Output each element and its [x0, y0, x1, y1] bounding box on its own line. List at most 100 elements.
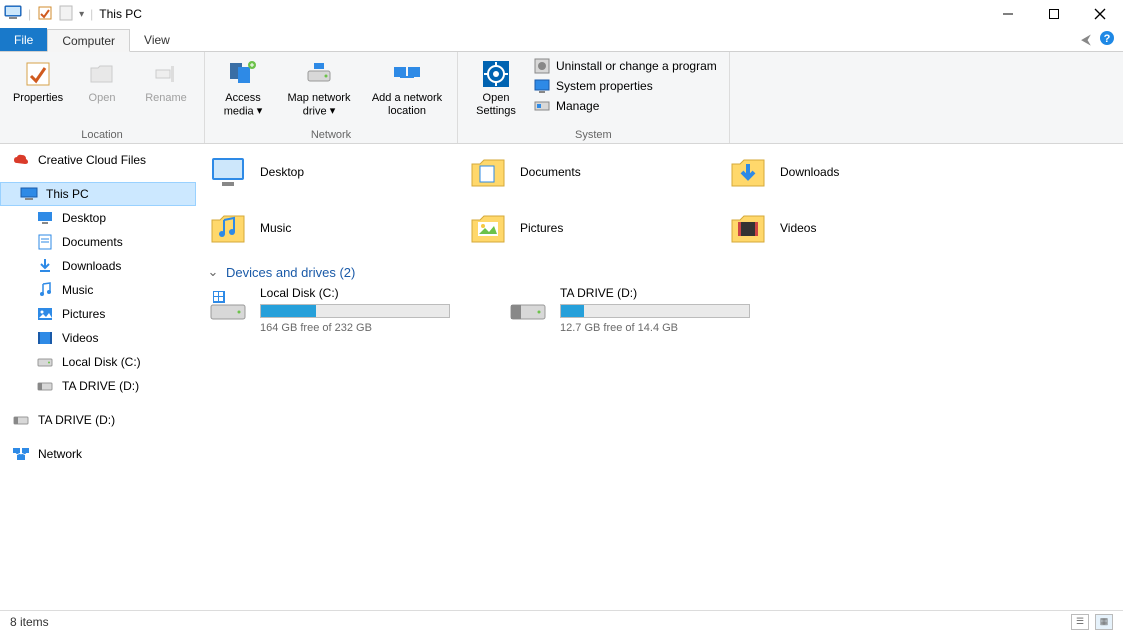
- content-pane: Desktop Documents Downloads Music Pictur…: [196, 144, 1123, 610]
- access-media-button[interactable]: Access media ▾: [213, 56, 273, 120]
- media-icon: [227, 58, 259, 90]
- sidebar-item-label: TA DRIVE (D:): [38, 413, 115, 427]
- sidebar-item-downloads[interactable]: Downloads: [0, 254, 196, 278]
- folder-item-label: Downloads: [780, 165, 839, 179]
- maximize-button[interactable]: [1031, 0, 1077, 28]
- sidebar-item-this-pc[interactable]: This PC: [0, 182, 196, 206]
- properties-button[interactable]: Properties: [8, 56, 68, 107]
- music-icon: [206, 208, 250, 248]
- minimize-button[interactable]: [985, 0, 1031, 28]
- status-item-count: 8 items: [10, 615, 49, 629]
- svg-text:?: ?: [1104, 33, 1111, 45]
- ribbon-group-network: Access media ▾ Map network drive ▾ Add a…: [205, 52, 458, 143]
- ribbon: Properties Open Rename Location: [0, 52, 1123, 144]
- drive-item-local-disk[interactable]: Local Disk (C:) 164 GB free of 232 GB: [206, 286, 486, 334]
- close-button[interactable]: [1077, 0, 1123, 28]
- help-icon[interactable]: ?: [1099, 30, 1115, 49]
- folder-item-music[interactable]: Music: [206, 200, 446, 256]
- sidebar-item-network[interactable]: Network: [0, 442, 196, 466]
- qat-dropdown-icon[interactable]: ▾: [79, 9, 84, 20]
- sidebar-item-label: TA DRIVE (D:): [62, 379, 139, 393]
- sidebar-item-label: Downloads: [62, 259, 121, 273]
- open-button: Open: [72, 56, 132, 107]
- tab-computer[interactable]: Computer: [47, 29, 130, 52]
- folder-item-desktop[interactable]: Desktop: [206, 144, 446, 200]
- drive-capacity-fill: [561, 305, 584, 317]
- ribbon-group-label: System: [466, 127, 721, 141]
- sidebar-item-creative-cloud[interactable]: Creative Cloud Files: [0, 148, 196, 172]
- drives-section-header[interactable]: ⌄ Devices and drives (2): [206, 264, 1113, 280]
- sidebar-item-label: Desktop: [62, 211, 106, 225]
- properties-icon[interactable]: [37, 5, 53, 24]
- sidebar-item-local-disk[interactable]: Local Disk (C:): [0, 350, 196, 374]
- usb-drive-icon: [506, 286, 550, 326]
- add-network-location-button[interactable]: Add a network location: [365, 56, 449, 120]
- tab-view[interactable]: View: [130, 28, 184, 51]
- map-network-drive-button[interactable]: Map network drive ▾: [277, 56, 361, 120]
- folder-item-label: Pictures: [520, 221, 563, 235]
- this-pc-icon: [4, 5, 22, 24]
- creative-cloud-icon: [12, 152, 30, 168]
- ribbon-group-label: Network: [213, 127, 449, 141]
- drive-item-ta-drive[interactable]: TA DRIVE (D:) 12.7 GB free of 14.4 GB: [506, 286, 786, 334]
- sidebar-item-music[interactable]: Music: [0, 278, 196, 302]
- manage-icon: [534, 98, 550, 114]
- folder-item-label: Documents: [520, 165, 581, 179]
- tiles-view-button[interactable]: ▦: [1095, 614, 1113, 630]
- system-properties-button[interactable]: System properties: [534, 78, 717, 94]
- folder-item-label: Music: [260, 221, 291, 235]
- tab-file[interactable]: File: [0, 28, 47, 51]
- drive-icon: [206, 286, 250, 326]
- drive-capacity-fill: [261, 305, 316, 317]
- pictures-icon: [466, 208, 510, 248]
- properties-icon: [22, 58, 54, 90]
- videos-icon: [36, 330, 54, 346]
- desktop-icon: [36, 210, 54, 226]
- desktop-icon: [206, 152, 250, 192]
- sidebar-item-videos[interactable]: Videos: [0, 326, 196, 350]
- section-title: Devices and drives (2): [226, 265, 355, 280]
- sidebar-item-label: Pictures: [62, 307, 105, 321]
- drive-name: Local Disk (C:): [260, 286, 486, 300]
- sidebar-item-label: Creative Cloud Files: [38, 153, 146, 167]
- folder-item-documents[interactable]: Documents: [466, 144, 706, 200]
- sidebar-item-desktop[interactable]: Desktop: [0, 206, 196, 230]
- this-pc-icon: [20, 186, 38, 202]
- blank-doc-icon[interactable]: [59, 5, 73, 24]
- open-settings-button[interactable]: Open Settings: [466, 56, 526, 120]
- system-properties-icon: [534, 78, 550, 94]
- details-view-button[interactable]: ☰: [1071, 614, 1089, 630]
- sidebar-item-label: Local Disk (C:): [62, 355, 141, 369]
- folder-item-videos[interactable]: Videos: [726, 200, 966, 256]
- collapse-ribbon-icon[interactable]: ⮜: [1081, 31, 1091, 48]
- manage-button[interactable]: Manage: [534, 98, 717, 114]
- sidebar-item-ta-drive-root[interactable]: TA DRIVE (D:): [0, 408, 196, 432]
- ribbon-tab-bar: File Computer View ⮜ ?: [0, 28, 1123, 52]
- drive-free-text: 164 GB free of 232 GB: [260, 322, 486, 334]
- sidebar-item-label: Videos: [62, 331, 98, 345]
- add-location-icon: [391, 58, 423, 90]
- folder-item-pictures[interactable]: Pictures: [466, 200, 706, 256]
- rename-button: Rename: [136, 56, 196, 107]
- drive-name: TA DRIVE (D:): [560, 286, 786, 300]
- folder-item-downloads[interactable]: Downloads: [726, 144, 966, 200]
- music-icon: [36, 282, 54, 298]
- usb-drive-icon: [12, 412, 30, 428]
- uninstall-icon: [534, 58, 550, 74]
- sidebar-item-documents[interactable]: Documents: [0, 230, 196, 254]
- ribbon-group-label: Location: [8, 127, 196, 141]
- folder-item-label: Desktop: [260, 165, 304, 179]
- navigation-pane: Creative Cloud Files This PC Desktop Doc…: [0, 144, 196, 610]
- window-controls: [985, 0, 1123, 28]
- downloads-icon: [726, 152, 770, 192]
- qat-divider: |: [90, 7, 93, 21]
- usb-drive-icon: [36, 378, 54, 394]
- settings-icon: [480, 58, 512, 90]
- titlebar: | ▾ | This PC: [0, 0, 1123, 28]
- uninstall-program-button[interactable]: Uninstall or change a program: [534, 58, 717, 74]
- ribbon-group-system: Open Settings Uninstall or change a prog…: [458, 52, 730, 143]
- sidebar-item-label: Documents: [62, 235, 123, 249]
- chevron-down-icon: ⌄: [206, 264, 220, 280]
- sidebar-item-ta-drive[interactable]: TA DRIVE (D:): [0, 374, 196, 398]
- sidebar-item-pictures[interactable]: Pictures: [0, 302, 196, 326]
